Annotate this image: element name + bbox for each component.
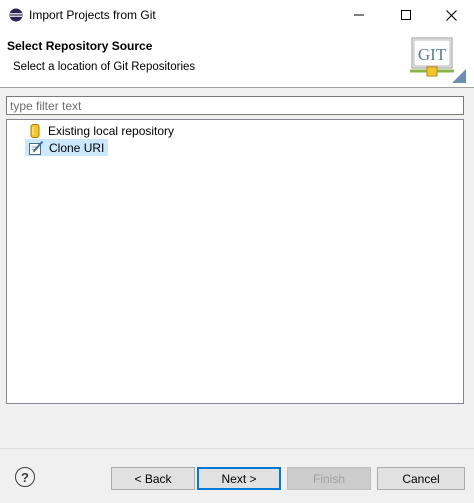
- next-button[interactable]: Next >: [197, 467, 281, 490]
- git-logo-text: GIT: [418, 45, 447, 64]
- tree-item-label: Clone URI: [49, 140, 105, 155]
- tree-item-existing-local-repository[interactable]: Existing local repository: [25, 122, 177, 139]
- wizard-header: Select Repository Source Select a locati…: [0, 30, 474, 88]
- tree-item-clone-uri[interactable]: Clone URI: [25, 139, 109, 156]
- cancel-button[interactable]: Cancel: [377, 467, 465, 490]
- maximize-icon[interactable]: [383, 0, 429, 30]
- tree-item-label: Existing local repository: [48, 123, 175, 138]
- finish-button[interactable]: Finish: [287, 467, 371, 490]
- window-title: Import Projects from Git: [29, 8, 156, 22]
- help-icon: ?: [21, 469, 29, 485]
- minimize-icon[interactable]: [336, 0, 382, 30]
- local-repository-icon: [27, 123, 43, 139]
- help-button[interactable]: ?: [15, 467, 35, 487]
- eclipse-icon: [9, 8, 23, 22]
- filter-input[interactable]: [6, 96, 464, 115]
- repository-source-tree[interactable]: Existing local repository Clone URI: [6, 119, 464, 404]
- git-logo: GIT: [408, 35, 466, 83]
- back-button[interactable]: < Back: [111, 467, 195, 490]
- clone-uri-icon: [28, 140, 44, 156]
- footer-divider: [0, 448, 474, 449]
- close-icon[interactable]: [428, 0, 474, 30]
- title-bar: Import Projects from Git: [0, 0, 474, 30]
- page-description: Select a location of Git Repositories: [13, 61, 196, 73]
- page-title: Select Repository Source: [7, 39, 153, 53]
